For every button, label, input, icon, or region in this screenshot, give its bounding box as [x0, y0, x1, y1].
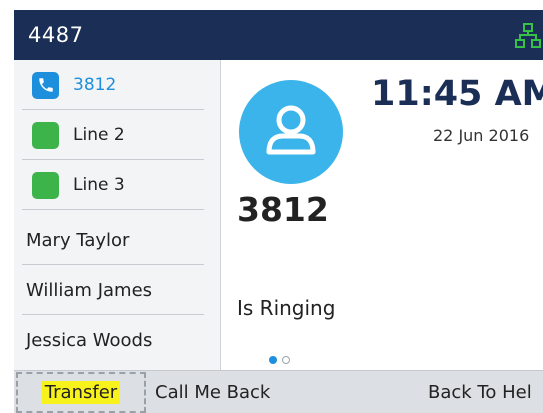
line-key-3812[interactable]: 3812: [14, 60, 204, 110]
person-icon: [266, 105, 316, 155]
call-state: Is Ringing: [237, 296, 336, 320]
line-status-indicator: [32, 121, 59, 149]
phone-handset-icon: [32, 71, 59, 99]
clock-time: 11:45 AM: [371, 74, 543, 114]
network-icon: [515, 23, 541, 48]
call-panel: 3812 Is Ringing 11:45 AM 22 Jun 2016: [221, 60, 543, 378]
transfer-label: Transfer: [41, 381, 121, 404]
caller-number: 3812: [237, 190, 329, 229]
page-dot-inactive: [282, 356, 290, 364]
transfer-softkey[interactable]: Transfer: [16, 372, 146, 413]
back-to-held-softkey[interactable]: Back To Hel: [428, 371, 532, 413]
caller-avatar: [239, 80, 343, 184]
contact-jessica-woods[interactable]: Jessica Woods: [14, 315, 204, 365]
page-indicator[interactable]: [269, 356, 290, 366]
phone-screen: 4487 3812 Line 2 Line 3 Mary Taylor Will…: [14, 10, 543, 413]
line-key-line-2[interactable]: Line 2: [14, 110, 204, 160]
line-key-line-3[interactable]: Line 3: [14, 160, 204, 210]
line-key-label: Line 3: [73, 175, 125, 195]
line-key-label: Line 2: [73, 125, 125, 145]
softkey-bar: Transfer Call Me Back Back To Hel: [14, 370, 543, 413]
contact-label: William James: [26, 279, 153, 301]
status-bar: 4487: [14, 10, 543, 60]
contact-label: Jessica Woods: [26, 329, 153, 351]
extension-number: 4487: [28, 23, 84, 47]
contact-label: Mary Taylor: [26, 229, 130, 251]
page-dot-active: [269, 356, 277, 364]
line-sidebar: 3812 Line 2 Line 3 Mary Taylor William J…: [14, 60, 221, 378]
contact-william-james[interactable]: William James: [14, 265, 204, 315]
clock-date: 22 Jun 2016: [433, 126, 530, 145]
line-status-indicator: [32, 171, 59, 199]
line-key-label: 3812: [73, 75, 117, 95]
call-me-back-softkey[interactable]: Call Me Back: [155, 371, 270, 413]
contact-mary-taylor[interactable]: Mary Taylor: [14, 215, 204, 265]
